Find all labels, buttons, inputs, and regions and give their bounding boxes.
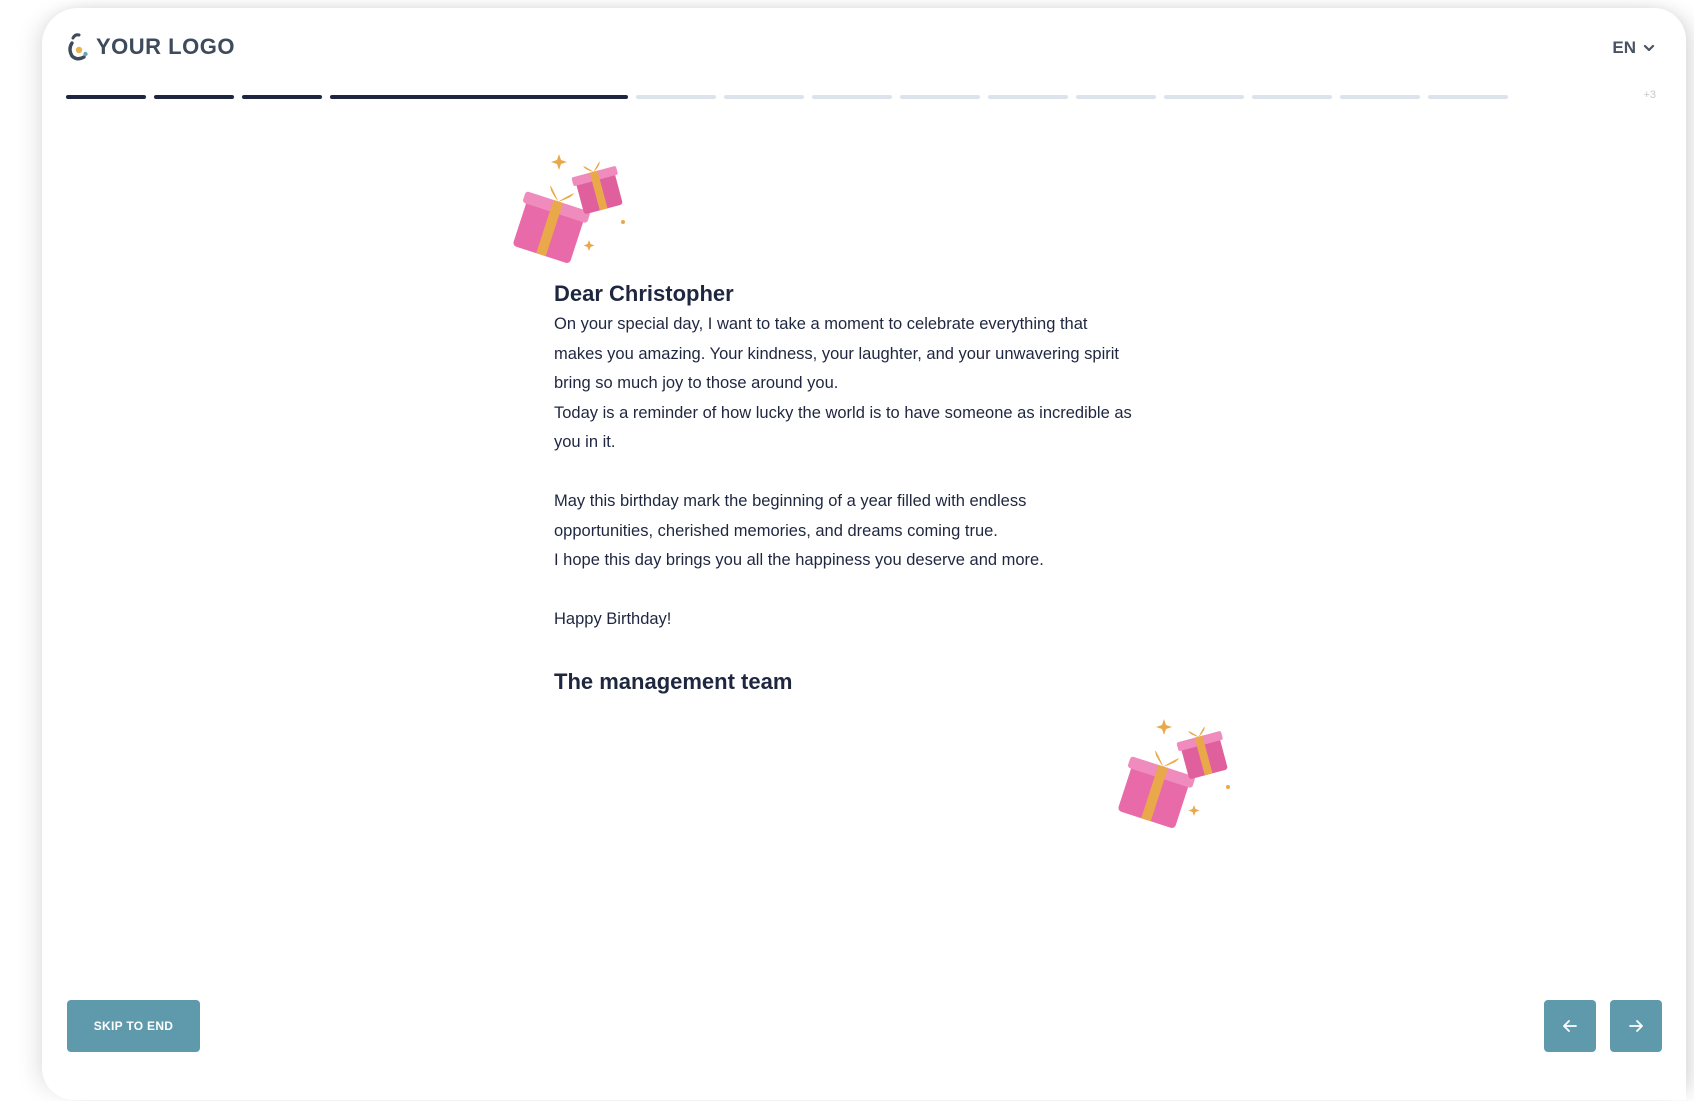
arrow-left-icon <box>1563 1020 1577 1032</box>
letter-line: you in it. <box>554 433 616 451</box>
progress-segment <box>636 95 716 99</box>
progress-segment <box>154 95 234 99</box>
chevron-down-icon <box>1643 44 1655 52</box>
letter: Dear Christopher On your special day, I … <box>554 278 1234 700</box>
letter-closing: Happy Birthday! <box>554 610 672 628</box>
progress-hidden-count: +3 <box>1643 89 1656 101</box>
letter-line: I hope this day brings you all the happi… <box>554 551 1044 569</box>
gift-icon <box>513 154 625 263</box>
next-button[interactable] <box>1610 1000 1662 1052</box>
progress-segment <box>1076 95 1156 99</box>
progress-segment <box>242 95 322 99</box>
progress-segment <box>66 95 146 99</box>
arrow-right-icon <box>1629 1020 1643 1032</box>
progress-segment <box>900 95 980 99</box>
logo-text: YOUR LOGO <box>96 34 235 59</box>
language-label: EN <box>1612 38 1636 57</box>
letter-line: opportunities, cherished memories, and d… <box>554 521 998 540</box>
progress-segment <box>1428 95 1508 99</box>
letter-line: May this birthday mark the beginning of … <box>554 492 1027 510</box>
progress-segment <box>330 95 628 99</box>
skip-to-end-button[interactable]: SKIP TO END <box>67 1000 200 1052</box>
progress-segment <box>1252 95 1332 99</box>
progress-segment <box>812 95 892 99</box>
letter-signature: The management team <box>554 669 793 694</box>
letter-line: bring so much joy to those around you. <box>554 374 839 392</box>
progress-segment <box>724 95 804 99</box>
app-window: YOUR LOGO EN +3 Dear Christopher On your… <box>42 8 1686 1100</box>
letter-greeting: Dear Christopher <box>554 281 734 306</box>
logo-mark-icon <box>68 33 88 61</box>
letter-line: Today is a reminder of how lucky the wor… <box>554 403 1132 422</box>
progress-bar: +3 <box>66 89 1656 109</box>
progress-segment <box>1340 95 1420 99</box>
letter-line: On your special day, I want to take a mo… <box>554 315 1088 333</box>
letter-line: makes you amazing. Your kindness, your l… <box>554 344 1119 363</box>
logo: YOUR LOGO <box>66 32 235 62</box>
language-selector[interactable]: EN <box>1612 38 1656 58</box>
previous-button[interactable] <box>1544 1000 1596 1052</box>
progress-segment <box>988 95 1068 99</box>
progress-segment <box>1164 95 1244 99</box>
gift-icon <box>1118 719 1230 828</box>
